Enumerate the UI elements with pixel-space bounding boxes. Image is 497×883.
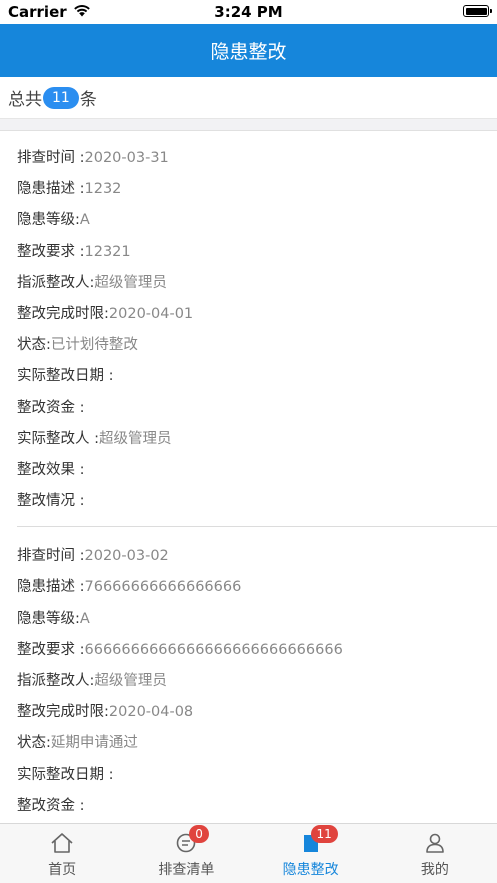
field-row: 状态:延期申请通过 bbox=[17, 728, 497, 759]
status-bar: Carrier 3:24 PM bbox=[0, 0, 497, 24]
total-count-badge: 11 bbox=[43, 86, 79, 109]
total-summary: 总共 11 条 bbox=[0, 77, 497, 119]
field-row: 状态:已计划待整改 bbox=[17, 330, 497, 361]
field-row: 整改要求 :12321 bbox=[17, 237, 497, 268]
notification-badge: 11 bbox=[310, 825, 338, 843]
field-value: 2020-03-31 bbox=[84, 150, 169, 166]
field-row: 实际整改日期 : bbox=[17, 361, 497, 392]
field-label: 隐患描述 : bbox=[17, 181, 85, 198]
field-row: 隐患描述 :76666666666666666 bbox=[17, 572, 497, 603]
navigation-bar: 隐患整改 bbox=[0, 24, 497, 77]
field-label: 实际整改日期 : bbox=[17, 368, 114, 385]
tab-profile[interactable]: 我的 bbox=[373, 824, 497, 883]
field-row: 整改要求 :6666666666666666666666666666 bbox=[17, 635, 497, 666]
field-row: 指派整改人:超级管理员 bbox=[17, 666, 497, 697]
field-value: 2020-04-08 bbox=[108, 704, 194, 721]
field-value: 6666666666666666666666666666 bbox=[84, 641, 343, 658]
field-value: 12321 bbox=[84, 243, 131, 260]
field-row: 整改资金 : bbox=[17, 791, 497, 822]
field-label: 状态: bbox=[17, 337, 51, 354]
field-row: 实际整改人 :超级管理员 bbox=[17, 424, 497, 455]
status-time: 3:24 PM bbox=[214, 3, 283, 21]
field-value: 76666666666666666 bbox=[84, 579, 242, 596]
field-row: 排查时间 :2020-03-02 bbox=[17, 541, 497, 572]
field-row: 整改效果 : bbox=[17, 455, 497, 486]
summary-suffix: 条 bbox=[79, 90, 97, 110]
tab-label: 隐患整改 bbox=[282, 862, 339, 878]
tab-label: 首页 bbox=[48, 862, 77, 878]
rectification-record[interactable]: 排查时间 :2020-03-02 隐患描述 :76666666666666666… bbox=[0, 535, 497, 822]
field-label: 整改完成时限: bbox=[17, 305, 109, 322]
notification-badge: 0 bbox=[189, 825, 209, 843]
field-label: 状态: bbox=[17, 735, 51, 752]
field-row: 整改资金 : bbox=[17, 393, 497, 424]
field-value: 超级管理员 bbox=[94, 673, 167, 689]
field-value: 超级管理员 bbox=[94, 274, 167, 291]
rectification-record[interactable]: 排查时间 :2020-03-31 隐患描述 :1232 隐患等级:A 整改要求 … bbox=[0, 131, 497, 517]
profile-icon bbox=[423, 832, 447, 854]
tab-label: 我的 bbox=[420, 862, 449, 878]
field-row: 隐患等级:A bbox=[17, 604, 497, 635]
field-label: 实际整改人 : bbox=[17, 430, 99, 447]
field-row: 整改情况 : bbox=[17, 486, 497, 517]
summary-prefix: 总共 bbox=[8, 90, 42, 110]
home-icon bbox=[50, 832, 74, 854]
field-label: 整改要求 : bbox=[17, 641, 85, 658]
field-row: 整改完成时限:2020-04-01 bbox=[17, 299, 497, 330]
rectification-list[interactable]: 排查时间 :2020-03-31 隐患描述 :1232 隐患等级:A 整改要求 … bbox=[0, 131, 497, 823]
field-label: 整改效果 : bbox=[17, 461, 85, 478]
field-label: 隐患等级: bbox=[17, 610, 80, 627]
field-label: 隐患描述 : bbox=[17, 579, 85, 596]
field-value: 2020-03-02 bbox=[84, 548, 169, 565]
field-row: 隐患等级:A bbox=[17, 205, 497, 236]
section-separator bbox=[0, 119, 497, 131]
field-row: 实际整改日期 : bbox=[17, 760, 497, 791]
field-value: A bbox=[79, 610, 90, 627]
field-label: 指派整改人: bbox=[17, 673, 95, 689]
field-value: 超级管理员 bbox=[99, 430, 172, 447]
tab-checklist[interactable]: 排查清单 0 bbox=[124, 824, 248, 883]
tab-label: 排查清单 bbox=[158, 862, 215, 878]
field-value: 2020-04-01 bbox=[108, 305, 194, 322]
field-label: 排查时间 : bbox=[17, 150, 85, 166]
record-divider bbox=[17, 526, 497, 528]
field-label: 整改资金 : bbox=[17, 797, 85, 814]
field-value: 延期申请通过 bbox=[50, 735, 138, 752]
field-label: 排查时间 : bbox=[17, 548, 85, 565]
battery-icon bbox=[463, 5, 492, 17]
field-row: 指派整改人:超级管理员 bbox=[17, 268, 497, 299]
field-row: 整改完成时限:2020-04-08 bbox=[17, 697, 497, 728]
bottom-tab-bar: 首页 排查清单 0 隐患整改 11 我的 bbox=[0, 823, 497, 883]
tab-rectification[interactable]: 隐患整改 11 bbox=[249, 824, 373, 883]
field-row: 隐患描述 :1232 bbox=[17, 174, 497, 205]
field-row: 排查时间 :2020-03-31 bbox=[17, 143, 497, 174]
page-title: 隐患整改 bbox=[210, 41, 287, 63]
field-label: 指派整改人: bbox=[17, 274, 95, 291]
field-label: 整改要求 : bbox=[17, 243, 85, 260]
field-label: 整改资金 : bbox=[17, 399, 85, 416]
field-label: 实际整改日期 : bbox=[17, 766, 114, 783]
field-value: 已计划待整改 bbox=[50, 337, 138, 354]
field-value: A bbox=[79, 212, 90, 229]
tab-home[interactable]: 首页 bbox=[0, 824, 124, 883]
field-label: 隐患等级: bbox=[17, 212, 80, 229]
field-label: 整改情况 : bbox=[17, 493, 85, 510]
field-value: 1232 bbox=[84, 181, 122, 198]
field-label: 整改完成时限: bbox=[17, 704, 109, 721]
